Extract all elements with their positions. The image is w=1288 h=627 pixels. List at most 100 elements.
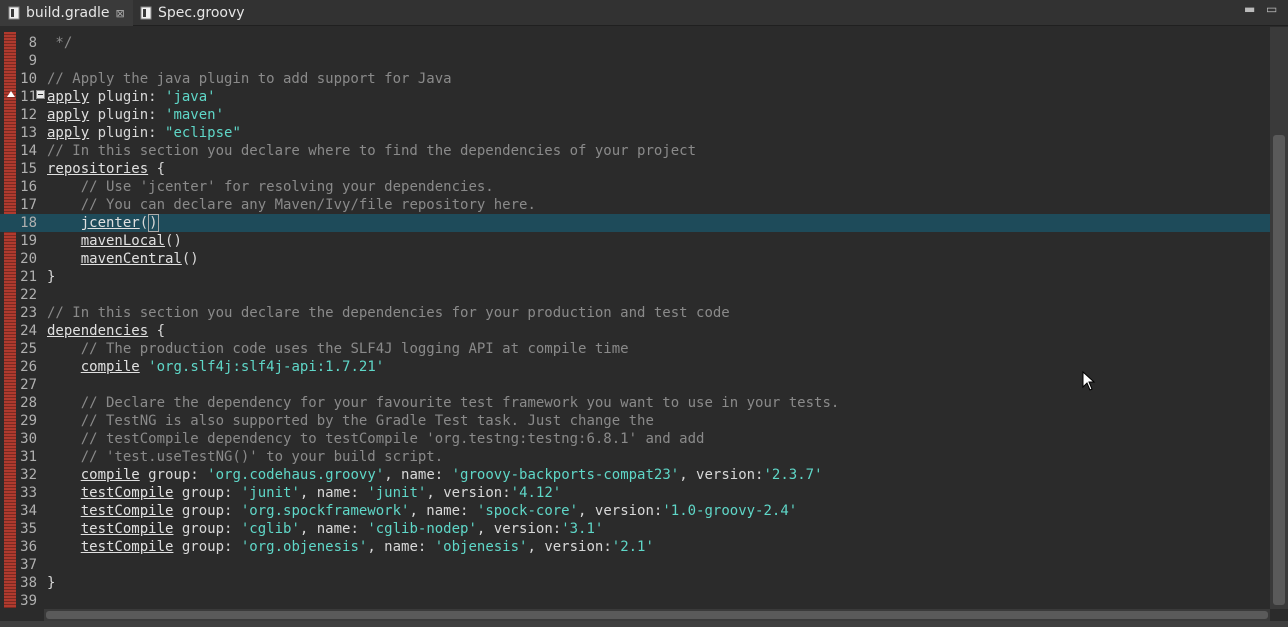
status-bar [0,621,1288,627]
keyword-token: dependencies [47,323,149,339]
code-line[interactable]: 9 [0,52,1270,70]
line-text: testCompile group: 'cglib', name: 'cglib… [47,520,604,538]
code-line[interactable]: 20 mavenCentral() [0,250,1270,268]
keyword-token: testCompile [80,539,174,555]
string-token: '4.12' [510,485,562,501]
tab-label: Spec.groovy [158,5,245,21]
code-line[interactable]: 10 // Apply the java plugin to add suppor… [0,70,1270,88]
code-line[interactable]: 25 // The production code uses the SLF4J… [0,340,1270,358]
tab-build-gradle[interactable]: build.gradle ⊠ [0,0,133,26]
code-line[interactable]: 38} [0,574,1270,592]
code-line[interactable]: 27 [0,376,1270,394]
keyword-token: apply [47,89,90,105]
code-token: group: [173,521,241,537]
code-token: { [148,323,166,339]
line-text: // The production code uses the SLF4J lo… [47,340,629,358]
string-token: 'org.codehaus.groovy' [207,467,385,483]
code-line[interactable]: 22 [0,286,1270,304]
code-token: group: [173,503,241,519]
line-number: 10 [20,71,37,87]
line-number: 28 [20,395,37,411]
line-number: 8 [28,35,37,51]
close-icon[interactable]: ⊠ [116,7,125,20]
line-number: 30 [20,431,37,447]
code-line[interactable]: 13 apply plugin: "eclipse" [0,124,1270,142]
tab-spec-groovy[interactable]: Spec.groovy [132,0,253,26]
string-token: "eclipse" [165,125,241,141]
minimize-icon[interactable]: ▬ [1244,2,1255,16]
code-token: } [47,269,56,285]
line-text: // You can declare any Maven/Ivy/file re… [47,196,536,214]
string-token: 'objenesis' [434,539,528,555]
code-token: group: [173,485,241,501]
string-token: 'junit' [240,485,300,501]
keyword-token: mavenLocal [80,233,166,249]
code-editor[interactable]: 8 */9 10// Apply the java plugin to add s… [0,27,1270,609]
code-token: () [181,251,199,267]
comment-token: // TestNG is also supported by the Gradl… [80,413,654,429]
code-line[interactable]: 32 compile group: 'org.codehaus.groovy',… [0,466,1270,484]
string-token: 'org.slf4j:slf4j-api:1.7.21' [148,359,385,375]
string-token: 'org.objenesis' [240,539,368,555]
code-token: , name: [299,485,368,501]
code-line[interactable]: 14 // In this section you declare where t… [0,142,1270,160]
code-line[interactable]: 34 testCompile group: 'org.spockframewor… [0,502,1270,520]
code-line[interactable]: 31 // 'test.useTestNG()' to your build s… [0,448,1270,466]
keyword-token: mavenCentral [80,251,182,267]
string-token: 'maven' [165,107,225,123]
code-line[interactable]: 21} [0,268,1270,286]
line-number: 9 [28,53,37,69]
line-text: // In this section you declare where to … [47,142,696,160]
code-line[interactable]: 15 repositories { [0,160,1270,178]
code-line[interactable]: 19 mavenLocal() [0,232,1270,250]
code-token: , version: [476,521,562,537]
code-line[interactable]: 11 apply plugin: 'java' [0,88,1270,106]
vertical-scrollbar[interactable] [1270,27,1288,609]
vertical-scroll-thumb[interactable] [1273,135,1285,605]
line-number: 21 [20,269,37,285]
code-line[interactable]: 18 jcenter() [0,214,1270,232]
code-line[interactable]: 24 dependencies { [0,322,1270,340]
line-text: // 'test.useTestNG()' to your build scri… [47,448,443,466]
code-line[interactable]: 33 testCompile group: 'junit', name: 'ju… [0,484,1270,502]
tab-label: build.gradle [26,5,110,21]
code-line[interactable]: 35 testCompile group: 'cglib', name: 'cg… [0,520,1270,538]
line-number: 13 [20,125,37,141]
code-token: , name: [299,521,368,537]
code-line[interactable]: 29 // TestNG is also supported by the Gr… [0,412,1270,430]
code-line[interactable]: 36 testCompile group: 'org.objenesis', n… [0,538,1270,556]
code-line[interactable]: 37 [0,556,1270,574]
line-text: compile 'org.slf4j:slf4j-api:1.7.21' [47,358,384,376]
line-number: 15 [20,161,37,177]
line-number: 18 [20,215,37,231]
horizontal-scroll-thumb[interactable] [46,611,1268,619]
line-text: apply plugin: 'maven' [47,106,224,124]
fold-collapse-icon[interactable] [36,90,45,99]
code-line[interactable]: 8 */ [0,34,1270,52]
code-line[interactable]: 23 // In this section you declare the dep… [0,304,1270,322]
code-token: () [165,233,182,249]
code-line[interactable]: 28 // Declare the dependency for your fa… [0,394,1270,412]
line-text: testCompile group: 'org.objenesis', name… [47,538,654,556]
comment-token: // testCompile dependency to testCompile… [80,431,705,447]
horizontal-scrollbar[interactable] [44,609,1270,621]
string-token: '2.1' [611,539,654,555]
code-line[interactable]: 26 compile 'org.slf4j:slf4j-api:1.7.21' [0,358,1270,376]
line-number: 38 [20,575,37,591]
code-token: , name: [384,467,452,483]
keyword-token: compile [80,467,140,483]
code-line[interactable]: 16 // Use 'jcenter' for resolving your d… [0,178,1270,196]
code-line[interactable]: 17 // You can declare any Maven/Ivy/file… [0,196,1270,214]
code-line[interactable]: 12 apply plugin: 'maven' [0,106,1270,124]
string-token: 'groovy-backports-compat23' [451,467,680,483]
line-number: 35 [20,521,37,537]
code-line[interactable]: 30 // testCompile dependency to testComp… [0,430,1270,448]
code-line[interactable]: 39 [0,592,1270,609]
maximize-icon[interactable]: ▭ [1266,2,1277,16]
line-number: 29 [20,413,37,429]
